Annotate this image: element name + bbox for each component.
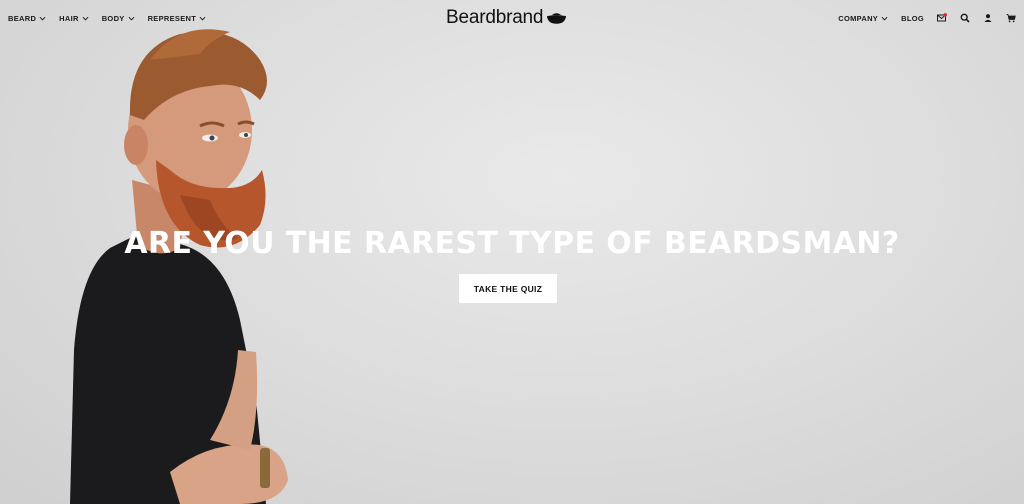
nav-item-body[interactable]: BODY xyxy=(102,14,135,23)
mustache-bowl-icon xyxy=(547,13,567,24)
brand-logo[interactable]: Beardbrand xyxy=(446,7,567,29)
nav-item-label: COMPANY xyxy=(838,13,879,23)
cart-icon[interactable] xyxy=(1006,13,1016,23)
chevron-down-icon xyxy=(199,16,206,20)
nav-item-represent[interactable]: REPRESENT xyxy=(148,14,207,23)
nav-item-label: REPRESENT xyxy=(147,13,197,23)
chevron-down-icon xyxy=(39,16,46,20)
nav-item-label: BODY xyxy=(101,13,125,23)
nav-item-hair[interactable]: HAIR xyxy=(59,14,89,23)
hero-headline: ARE YOU THE RAREST TYPE OF BEARDSMAN? xyxy=(124,226,900,261)
nav-item-label: BEARD xyxy=(8,13,37,23)
chevron-down-icon xyxy=(82,16,89,20)
hero-model-image xyxy=(70,29,288,504)
mail-icon[interactable] xyxy=(937,13,947,23)
take-quiz-button[interactable]: TAKE THE QUIZ xyxy=(459,274,557,303)
notification-dot-icon xyxy=(943,13,947,17)
nav-right-menu: COMPANY BLOG xyxy=(838,13,1016,23)
nav-item-beard[interactable]: BEARD xyxy=(8,14,46,23)
hero-banner: BEARD HAIR BODY REPRESENT COMPANY BLOG B… xyxy=(0,0,1024,504)
search-icon[interactable] xyxy=(960,13,970,23)
nav-item-blog[interactable]: BLOG xyxy=(901,14,924,23)
chevron-down-icon xyxy=(128,16,135,20)
nav-left-menu: BEARD HAIR BODY REPRESENT xyxy=(8,14,206,23)
nav-item-company[interactable]: COMPANY xyxy=(838,14,888,23)
account-icon[interactable] xyxy=(983,13,993,23)
logo-text: Beardbrand xyxy=(446,7,544,28)
chevron-down-icon xyxy=(881,16,888,20)
nav-item-label: HAIR xyxy=(59,13,79,23)
nav-item-label: BLOG xyxy=(901,13,924,23)
